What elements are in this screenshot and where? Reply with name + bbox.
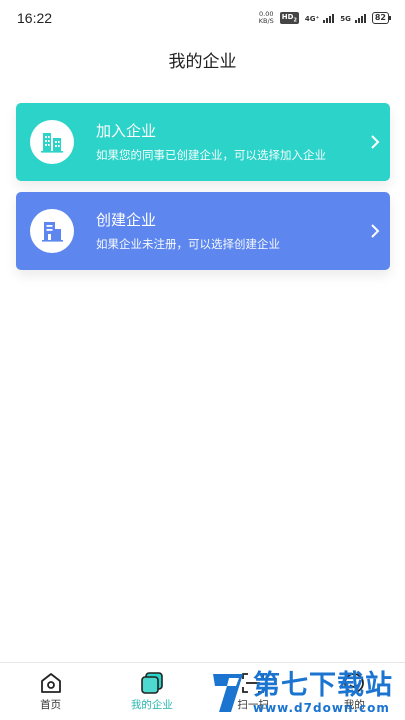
signal-bars-icon <box>323 13 335 23</box>
building-icon <box>30 120 74 164</box>
chevron-right-icon <box>360 135 390 149</box>
enterprise-icon <box>141 672 163 694</box>
page-title: 我的企业 <box>168 52 237 72</box>
status-indicators: 0.00 KB/S HD2 4G⁺ 5G 82 <box>259 11 392 25</box>
signal-2-label: 5G <box>340 14 351 23</box>
join-enterprise-text: 加入企业 如果您的同事已创建企业，可以选择加入企业 <box>96 121 360 163</box>
signal-2: 5G <box>340 13 366 23</box>
watermark-logo-icon <box>213 674 243 712</box>
create-enterprise-card[interactable]: 创建企业 如果企业未注册，可以选择创建企业 <box>16 192 390 270</box>
status-bar: 16:22 0.00 KB/S HD2 4G⁺ 5G 82 <box>0 0 405 36</box>
watermark-url: www.d7down.com <box>253 701 390 715</box>
status-time: 16:22 <box>17 10 53 26</box>
office-icon <box>30 209 74 253</box>
tab-my-enterprise-label: 我的企业 <box>130 699 173 711</box>
create-enterprise-title: 创建企业 <box>96 211 157 229</box>
tab-home[interactable]: 首页 <box>0 663 101 720</box>
watermark-text: 第七下载站 www.d7down.com <box>253 670 393 716</box>
signal-bars-icon <box>354 13 366 23</box>
home-icon <box>40 673 61 693</box>
create-enterprise-subtitle: 如果企业未注册，可以选择创建企业 <box>96 237 280 251</box>
chevron-right-icon <box>360 224 390 238</box>
tab-home-label: 首页 <box>40 699 62 711</box>
hd-voice-badge: HD2 <box>279 11 299 25</box>
watermark-title: 第七下载站 <box>253 670 393 701</box>
tab-my-enterprise[interactable]: 我的企业 <box>101 663 202 720</box>
join-enterprise-card[interactable]: 加入企业 如果您的同事已创建企业，可以选择加入企业 <box>16 103 390 181</box>
watermark: 第七下载站 www.d7down.com <box>207 668 402 718</box>
join-enterprise-title: 加入企业 <box>96 122 157 140</box>
network-speed-unit: KB/S <box>258 17 274 25</box>
signal-1: 4G⁺ <box>304 13 335 23</box>
signal-1-label: 4G⁺ <box>304 14 320 23</box>
battery-icon: 82 <box>371 12 392 24</box>
join-enterprise-subtitle: 如果您的同事已创建企业，可以选择加入企业 <box>96 148 326 162</box>
create-enterprise-text: 创建企业 如果企业未注册，可以选择创建企业 <box>96 210 360 252</box>
network-speed: 0.00 KB/S <box>259 11 274 25</box>
